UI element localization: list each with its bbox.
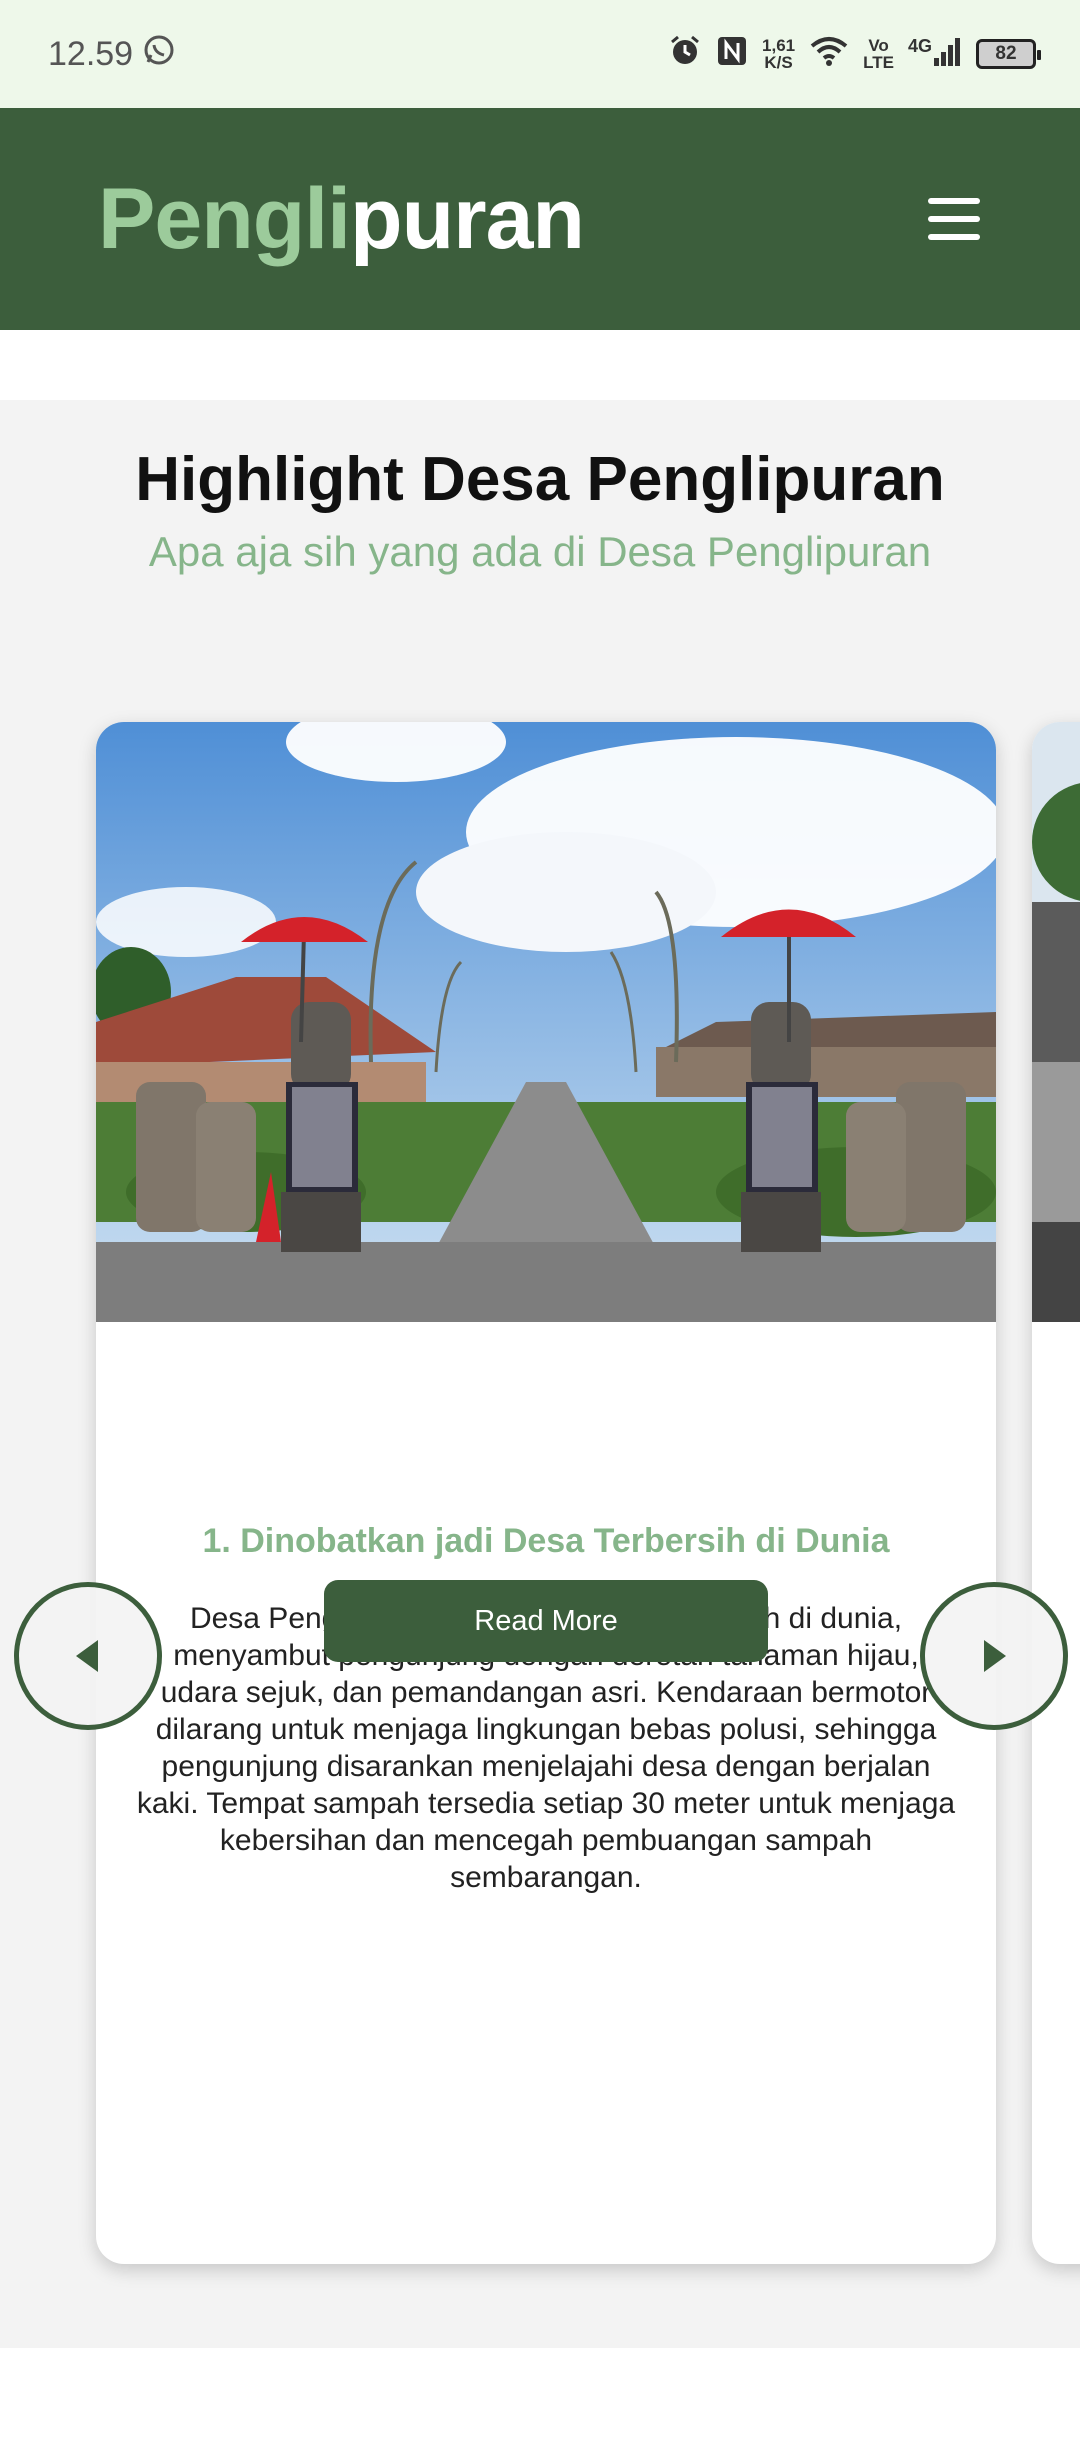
highlight-section: Highlight Desa Penglipuran Apa aja sih y… — [0, 400, 1080, 2348]
status-left: 12.59 — [48, 34, 175, 75]
carousel-prev-button[interactable] — [14, 1582, 162, 1730]
next-card-photo — [1032, 722, 1080, 1322]
whatsapp-icon — [143, 34, 175, 75]
speed-value: 1,61 — [762, 36, 796, 55]
speed-unit: K/S — [764, 53, 793, 72]
site-logo[interactable]: Penglipuran — [98, 176, 585, 262]
read-more-button[interactable]: Read More — [324, 1580, 768, 1662]
village-photo — [96, 722, 996, 1322]
card-title: 1. Dinobatkan jadi Desa Terbersih di Dun… — [202, 1522, 890, 1560]
logo-part-2: puran — [350, 171, 585, 267]
wifi-icon — [809, 35, 849, 73]
volte-top: Vo — [868, 36, 889, 55]
nfc-icon — [716, 35, 748, 73]
volte-indicator: Vo LTE — [863, 37, 894, 71]
section-title: Highlight Desa Penglipuran — [135, 445, 945, 514]
status-right: 1,61 K/S Vo LTE 4G 82 — [668, 34, 1041, 74]
status-bar: 12.59 1,61 K/S Vo LTE 4G 82 — [0, 0, 1080, 108]
signal-icon — [934, 36, 962, 72]
section-subtitle: Apa aja sih yang ada di Desa Penglipuran — [148, 528, 932, 575]
highlight-card: 1. Dinobatkan jadi Desa Terbersih di Dun… — [96, 722, 996, 2264]
carousel-next-button[interactable] — [920, 1582, 1068, 1730]
site-header: Penglipuran — [0, 108, 1080, 330]
alarm-icon — [668, 34, 702, 74]
status-time: 12.59 — [48, 34, 134, 73]
signal-indicator: 4G — [908, 36, 962, 72]
volte-bottom: LTE — [863, 53, 894, 72]
network-speed: 1,61 K/S — [762, 37, 795, 71]
hamburger-menu-icon[interactable] — [928, 198, 980, 240]
chevron-right-icon — [984, 1640, 1006, 1672]
next-card-peek[interactable] — [1032, 722, 1080, 2264]
chevron-left-icon — [76, 1640, 98, 1672]
network-type: 4G — [907, 36, 932, 56]
battery-indicator: 82 — [976, 39, 1041, 69]
logo-part-1: Pengli — [98, 171, 351, 267]
